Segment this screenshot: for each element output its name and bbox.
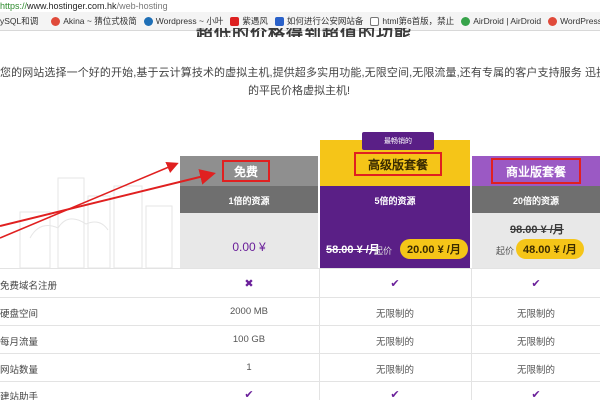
screenshot-root: https:// www.hostinger.com.hk /web-hosti… [0,0,600,400]
arrow-icon [0,169,216,227]
arrow-icon [0,161,179,239]
annotation-arrows [0,161,216,239]
